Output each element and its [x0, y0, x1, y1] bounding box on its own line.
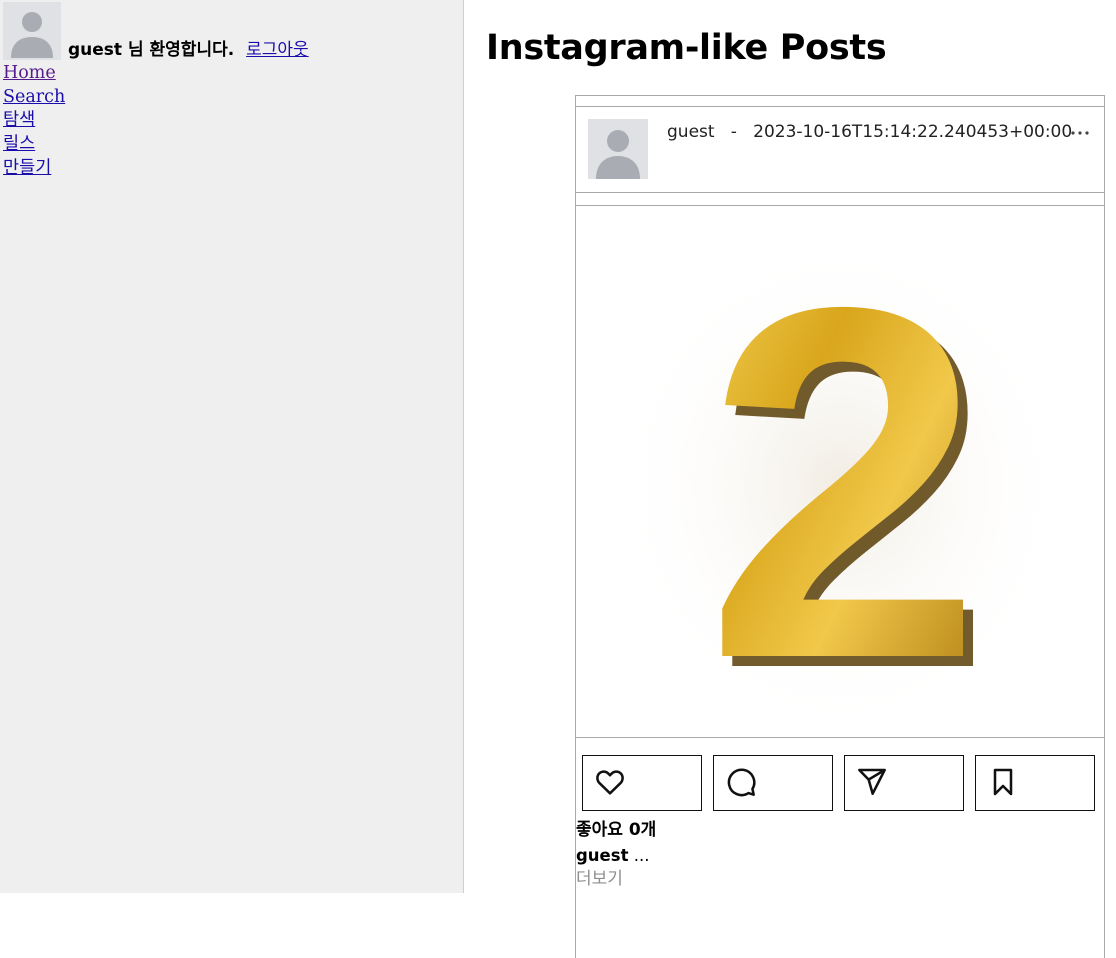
gold-number-image: 2 2 — [611, 206, 1071, 737]
more-button[interactable]: 더보기 — [576, 867, 623, 891]
post-header: guest - 2023-10-16T15:14:22.240453+00:00 — [576, 106, 1104, 193]
post-separator: - — [730, 122, 737, 142]
post-card: guest - 2023-10-16T15:14:22.240453+00:00 — [575, 95, 1105, 958]
caption-text: ... — [633, 846, 650, 865]
heart-icon — [596, 770, 624, 795]
post-actions — [582, 755, 1095, 811]
comment-button[interactable] — [713, 755, 833, 811]
nav-home-link[interactable]: Home — [3, 62, 65, 86]
logout-link[interactable]: 로그아웃 — [246, 40, 309, 60]
post-meta: guest - 2023-10-16T15:14:22.240453+00:00 — [667, 122, 1072, 142]
sidebar-nav: Home Search 탐색 릴스 만들기 — [3, 62, 65, 181]
post-timestamp: 2023-10-16T15:14:22.240453+00:00 — [753, 122, 1073, 142]
post-caption: guest ... — [576, 845, 649, 867]
post-image[interactable]: 2 2 — [576, 205, 1104, 738]
avatar — [3, 2, 61, 60]
send-icon — [858, 768, 886, 795]
post-author-avatar[interactable] — [588, 119, 648, 179]
caption-username[interactable]: guest — [576, 846, 628, 865]
user-welcome-row: guest 님 환영합니다. 로그아웃 — [3, 0, 309, 60]
welcome-username: guest — [68, 40, 123, 60]
nav-search-link[interactable]: Search — [3, 86, 65, 110]
bookmark-icon — [993, 768, 1013, 796]
nav-explore-link[interactable]: 탐색 — [3, 109, 65, 133]
welcome-suffix: 님 환영합니다. — [127, 40, 235, 60]
ellipsis-icon[interactable] — [1070, 117, 1090, 141]
likes-count: 좋아요 0개 — [576, 820, 657, 840]
post-author[interactable]: guest — [667, 122, 715, 142]
page-title: Instagram-like Posts — [486, 28, 887, 68]
comment-icon — [727, 768, 756, 797]
like-button[interactable] — [582, 755, 702, 811]
default-avatar-icon — [596, 130, 640, 179]
default-avatar-icon — [11, 12, 53, 58]
sidebar: guest 님 환영합니다. 로그아웃 Home Search 탐색 릴스 만들… — [0, 0, 464, 893]
image-number: 2 — [705, 206, 983, 737]
welcome-message: guest 님 환영합니다. 로그아웃 — [68, 40, 309, 60]
nav-create-link[interactable]: 만들기 — [3, 157, 65, 181]
nav-reels-link[interactable]: 릴스 — [3, 133, 65, 157]
save-button[interactable] — [975, 755, 1095, 811]
share-button[interactable] — [844, 755, 964, 811]
